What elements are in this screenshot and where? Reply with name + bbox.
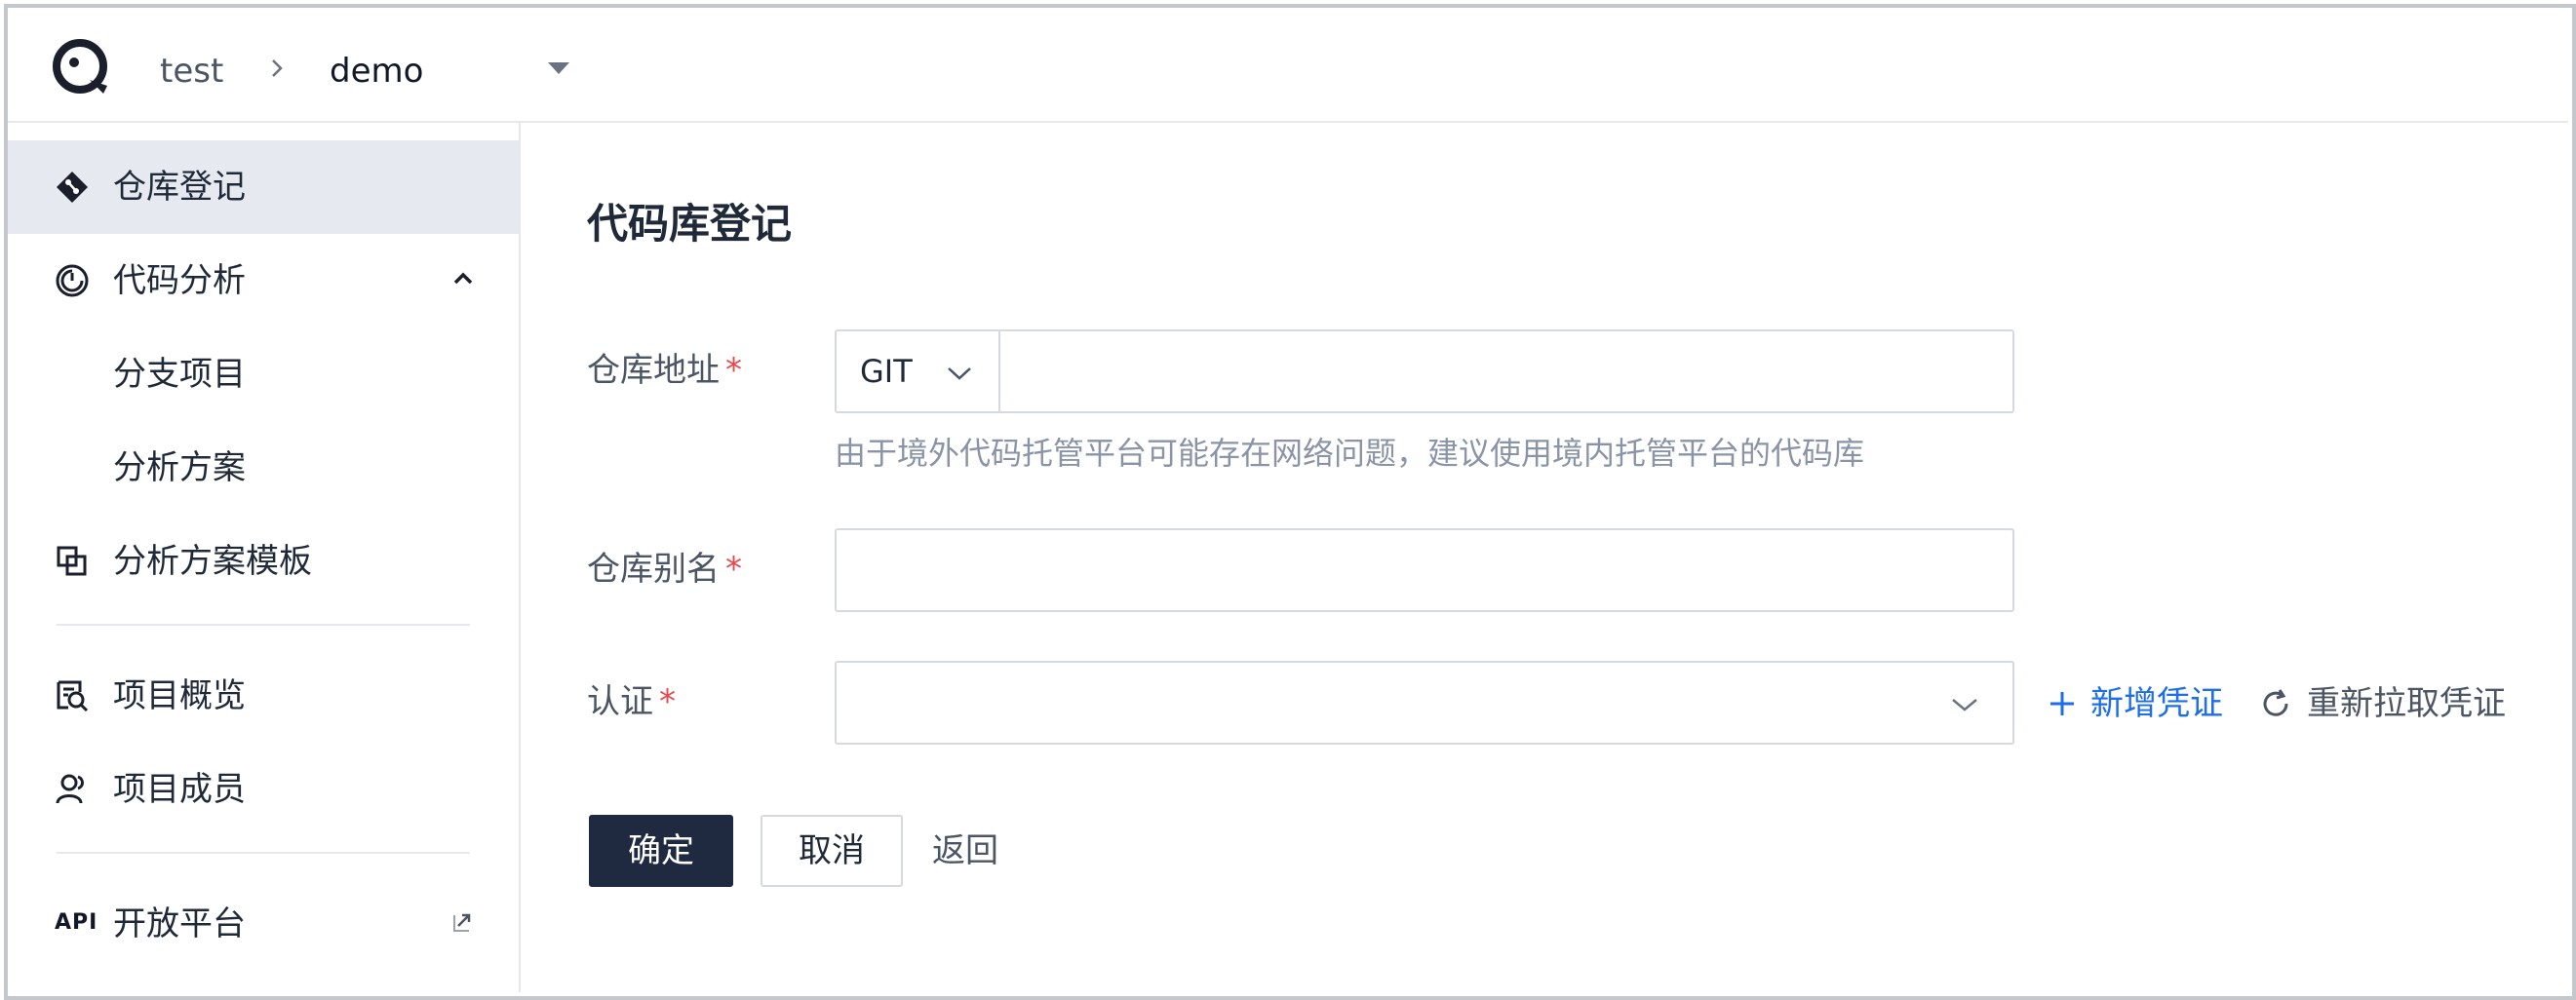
sidebar-item-code-analysis[interactable]: 代码分析 [8,234,519,327]
repo-url-input[interactable] [1002,331,2012,411]
repo-alias-input[interactable] [837,530,2012,610]
top-header: test demo [8,8,2568,123]
plus-icon [2050,692,2074,715]
sidebar-item-label: 分析方案模板 [113,542,312,581]
repo-alias-label-text: 仓库别名 [587,550,720,589]
repo-url-label-text: 仓库地址 [587,351,720,390]
sidebar-item-label: 项目概览 [113,676,246,715]
cancel-button[interactable]: 取消 [761,815,903,887]
sidebar-divider [57,852,470,854]
sidebar-item-project-members[interactable]: 项目成员 [8,743,519,836]
auth-select[interactable] [835,661,2014,745]
sidebar-item-label: 项目成员 [113,770,246,809]
auth-label: 认证 * [587,680,676,723]
add-credential-link[interactable]: 新增凭证 [2048,682,2223,725]
member-user-icon [56,774,84,804]
back-link[interactable]: 返回 [932,815,1004,887]
git-diamond-icon [57,172,88,203]
sidebar-item-label: 分析方案 [113,448,246,487]
auth-label-text: 认证 [587,682,653,721]
sidebar-item-label: 代码分析 [113,261,246,300]
project-switch-caret-icon[interactable] [546,59,571,77]
sidebar-item-open-platform[interactable]: API 开放平台 [8,877,519,971]
required-mark: * [659,682,676,721]
refresh-icon [2263,689,2288,716]
sidebar-item-label: 仓库登记 [113,168,246,207]
refresh-credential-label: 重新拉取凭证 [2307,684,2506,723]
chevron-up-icon[interactable] [452,271,474,287]
sidebar-item-scheme-templates[interactable]: 分析方案模板 [8,515,519,608]
confirm-button[interactable]: 确定 [589,815,733,887]
sidebar-divider [57,624,470,626]
sidebar-item-repo-register[interactable]: 仓库登记 [8,140,519,234]
sidebar-item-project-overview[interactable]: 项目概览 [8,649,519,743]
repo-url-field: GIT [835,329,2014,413]
repo-url-hint: 由于境外代码托管平台可能存在网络问题，建议使用境内托管平台的代码库 [835,435,1865,472]
external-link-icon [453,913,471,932]
repo-alias-field [835,528,2014,612]
repo-url-label: 仓库地址 * [587,349,742,392]
sidebar-item-analysis-schemes[interactable]: 分析方案 [8,421,519,515]
sidebar-item-label: 开放平台 [113,904,246,943]
page-title: 代码库登记 [587,200,793,248]
sidebar-item-label: 分支项目 [113,355,246,394]
chevron-down-icon [948,367,971,380]
protocol-select[interactable]: GIT [837,331,1000,411]
breadcrumb-separator-icon [272,59,283,77]
required-mark: * [725,351,742,390]
protocol-value: GIT [860,353,913,390]
overview-search-icon [57,680,89,712]
app-window: test demo 仓库登记 代码分析 分支项目 分析方案 分析方案模板 项目概… [0,0,2576,1000]
analysis-dial-icon [56,264,89,297]
required-mark: * [725,550,742,589]
app-logo-icon[interactable] [51,37,113,99]
template-copy-icon [57,546,87,576]
sidebar-item-branch-projects[interactable]: 分支项目 [8,327,519,421]
api-icon: API [55,910,98,935]
sidebar: 仓库登记 代码分析 分支项目 分析方案 分析方案模板 项目概览 项目成员 API… [8,123,521,992]
chevron-down-icon [1952,699,1977,712]
breadcrumb-project[interactable]: demo [330,52,423,91]
breadcrumb-team[interactable]: test [160,52,223,91]
refresh-credential-link[interactable]: 重新拉取凭证 [2260,682,2506,725]
add-credential-label: 新增凭证 [2090,684,2223,723]
repo-alias-label: 仓库别名 * [587,548,742,591]
